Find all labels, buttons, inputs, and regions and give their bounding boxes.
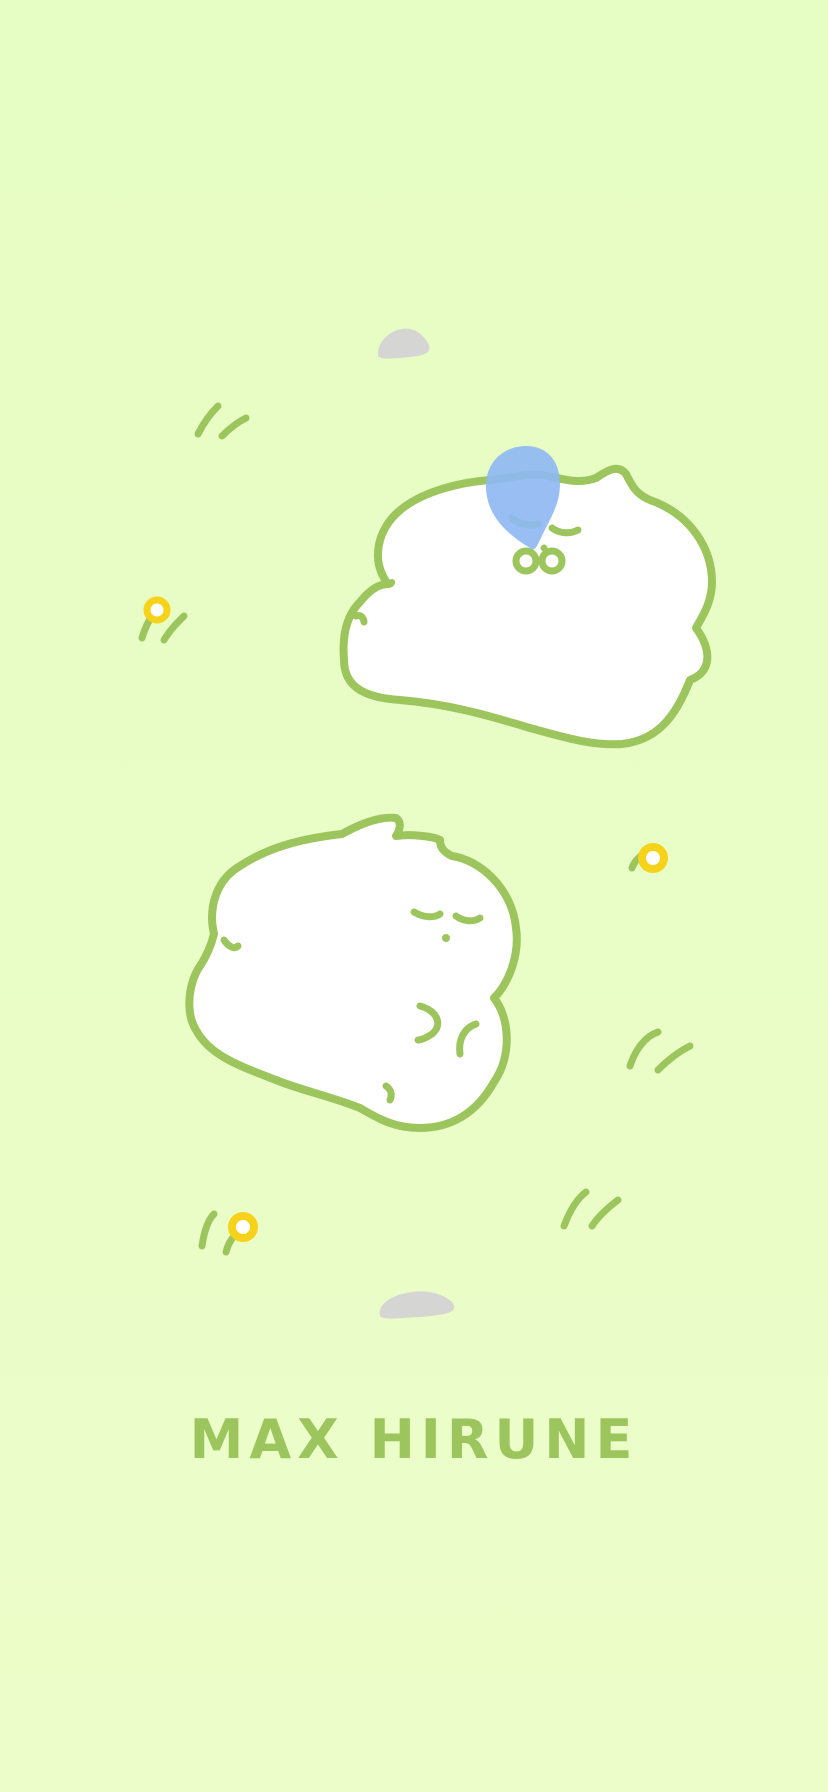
sleeping-blob-top bbox=[339, 446, 716, 749]
stone-icon-bottom bbox=[379, 1291, 455, 1319]
wallpaper: MAX HIRUNE bbox=[0, 0, 828, 1792]
flower-icon-3 bbox=[228, 1212, 258, 1242]
grass-tuft-icon-1 bbox=[194, 402, 250, 440]
sleeping-blob-bottom bbox=[185, 813, 521, 1132]
stone-icon-top bbox=[377, 328, 430, 359]
illustration bbox=[138, 328, 716, 1319]
flower-icon-1 bbox=[143, 596, 171, 624]
grass-tuft-icon-4 bbox=[626, 1028, 694, 1074]
wallpaper-title: MAX HIRUNE bbox=[189, 1408, 639, 1471]
flower-icon-2 bbox=[638, 843, 668, 873]
grass-tuft-icon-5 bbox=[560, 1188, 622, 1230]
